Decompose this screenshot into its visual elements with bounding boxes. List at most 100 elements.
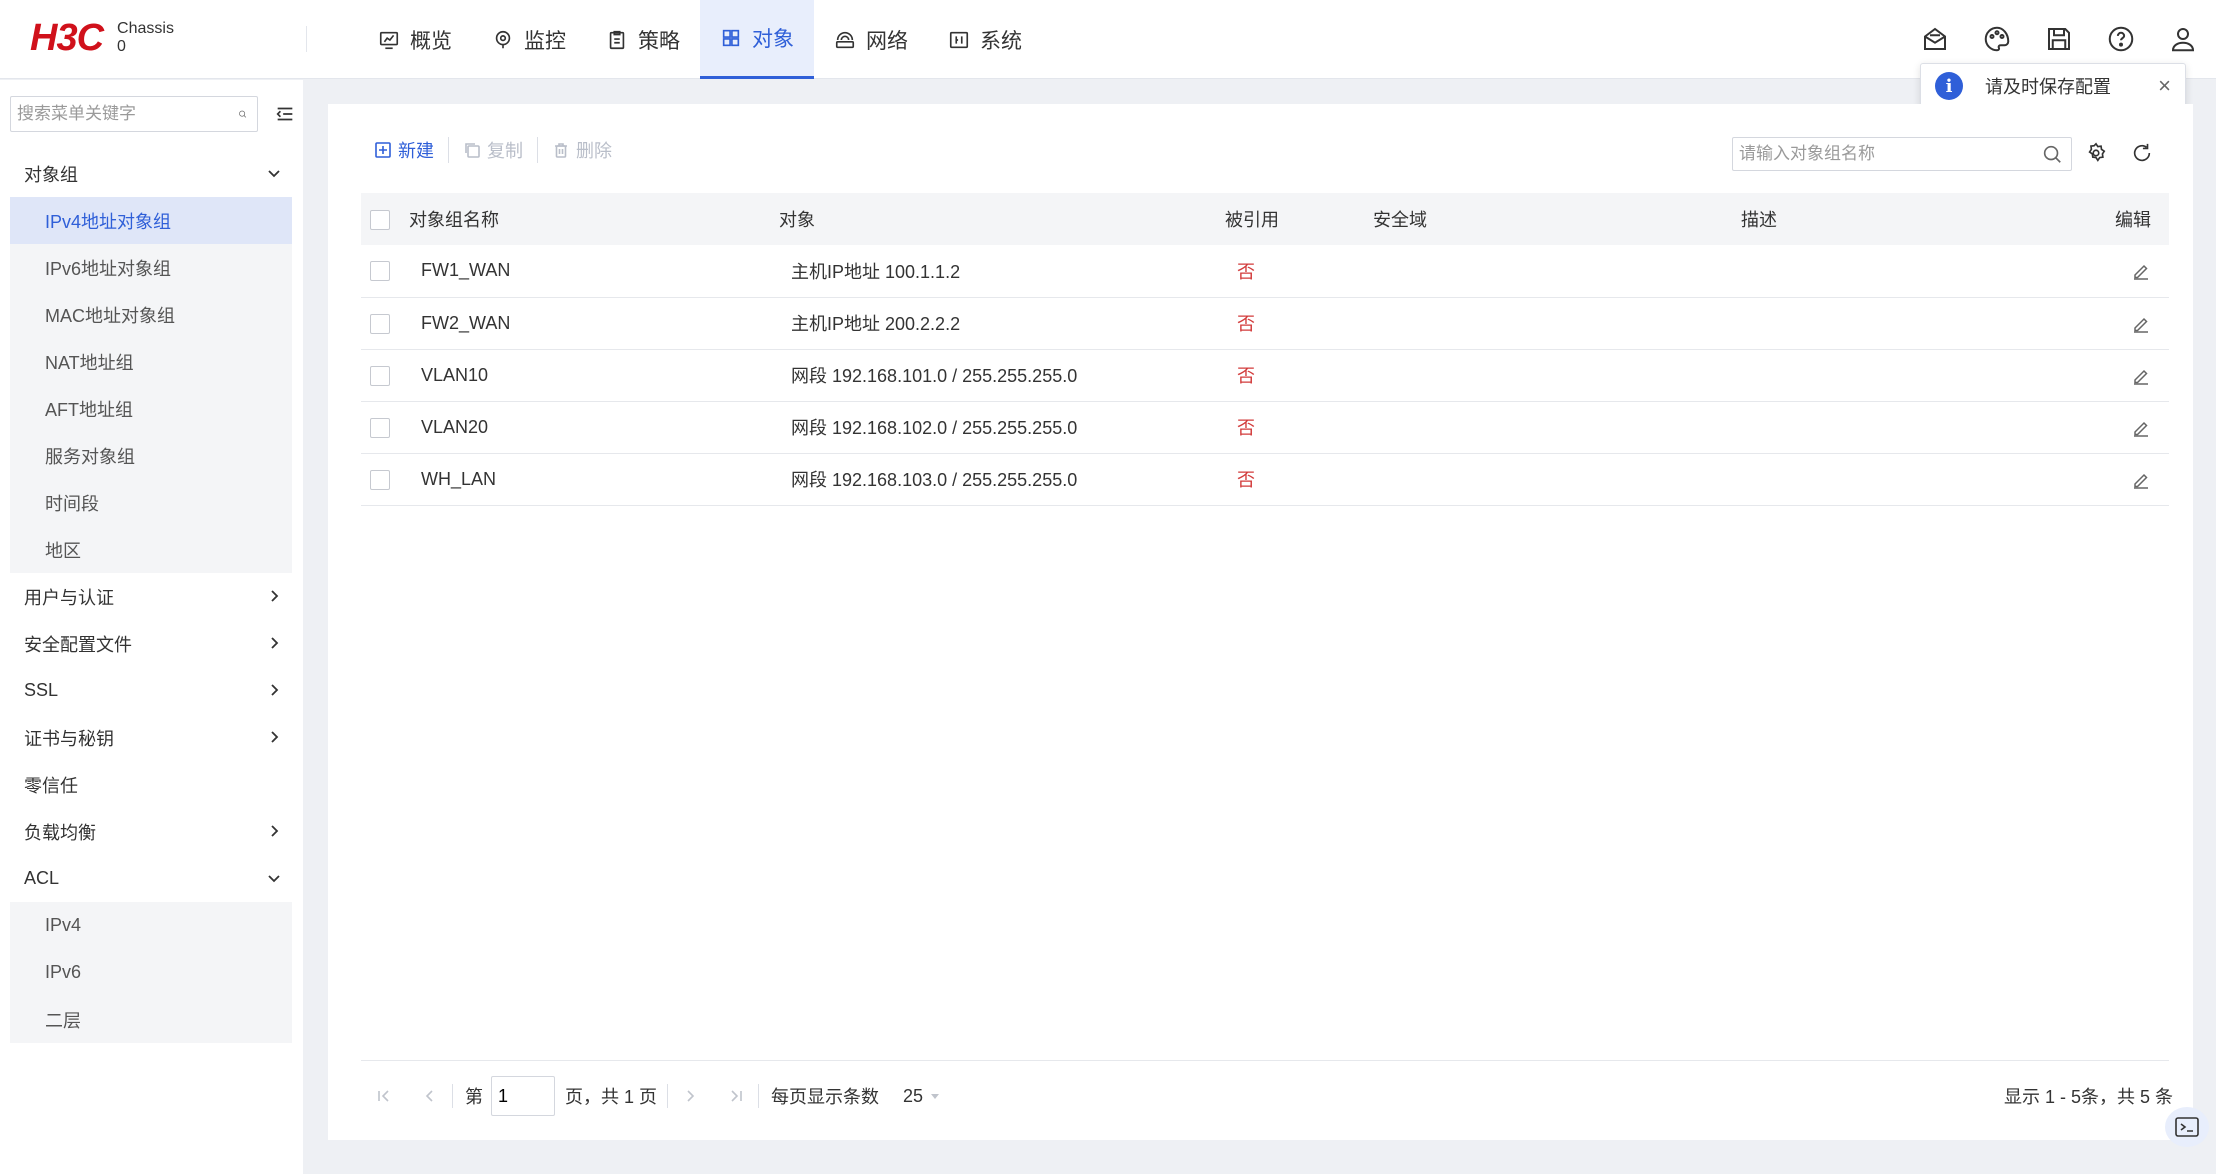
message-icon[interactable] (1920, 24, 1950, 54)
menu-group-label: 安全配置文件 (24, 634, 132, 655)
side-menu: 对象组 IPv4地址对象组 IPv6地址对象组 MAC地址对象组 NAT地址组 … (10, 150, 292, 1043)
save-reminder-toast: i 请及时保存配置 × (1920, 63, 2186, 109)
prev-page-icon[interactable] (420, 1086, 440, 1106)
cell-edit (2109, 297, 2169, 349)
new-button[interactable]: 新建 (374, 137, 448, 163)
chevron-right-icon (271, 637, 279, 649)
table-row[interactable]: FW1_WAN 主机IP地址 100.1.1.2 否 (361, 245, 2169, 297)
header-referenced[interactable]: 被引用 (1225, 193, 1373, 245)
menu-item-service-group[interactable]: 服务对象组 (10, 432, 292, 479)
row-checkbox[interactable] (370, 313, 390, 334)
system-icon (949, 31, 969, 48)
menu-group-security-profile[interactable]: 安全配置文件 (10, 620, 292, 667)
cell-description (1741, 349, 2109, 401)
edit-icon[interactable] (2131, 314, 2151, 334)
pager-separator (667, 1084, 669, 1108)
menu-item-time-range[interactable]: 时间段 (10, 479, 292, 526)
edit-icon[interactable] (2131, 470, 2151, 490)
page-size-value: 25 (903, 1085, 924, 1106)
menu-item-acl-ipv6[interactable]: IPv6 (10, 949, 292, 996)
pagination: 第 页，共 1 页 每页显示条数 25 (374, 1075, 941, 1117)
edit-icon[interactable] (2131, 418, 2151, 438)
header-name[interactable]: 对象组名称 (409, 193, 779, 245)
header-description[interactable]: 描述 (1741, 193, 2109, 245)
menu-item-ipv6-address-group[interactable]: IPv6地址对象组 (10, 244, 292, 291)
cell-edit (2109, 453, 2169, 505)
copy-button[interactable]: 复制 (449, 137, 537, 163)
nav-label: 策略 (638, 29, 680, 53)
menu-item-acl-layer2[interactable]: 二层 (10, 996, 292, 1043)
collapse-menu-icon[interactable] (274, 103, 296, 125)
page-size-select[interactable]: 25 (903, 1086, 941, 1107)
row-checkbox[interactable] (370, 417, 390, 438)
cell-edit (2109, 401, 2169, 453)
first-page-icon[interactable] (374, 1086, 394, 1106)
menu-item-region[interactable]: 地区 (10, 526, 292, 573)
gear-icon[interactable] (2085, 142, 2107, 164)
save-icon[interactable] (2044, 24, 2074, 54)
object-group-submenu: IPv4地址对象组 IPv6地址对象组 MAC地址对象组 NAT地址组 AFT地… (10, 197, 292, 573)
cell-name: WH_LAN (421, 468, 497, 489)
refresh-icon[interactable] (2131, 142, 2153, 164)
menu-group-user-auth[interactable]: 用户与认证 (10, 573, 292, 620)
menu-group-object-group[interactable]: 对象组 (10, 150, 292, 197)
main-nav: 概览 监控 策略 对象 网络 系统 (358, 0, 1042, 79)
menu-group-cert-key[interactable]: 证书与秘钥 (10, 714, 292, 761)
page-total: 页，共 1 页 (565, 1087, 658, 1107)
nav-label: 监控 (524, 29, 566, 53)
brand-logo[interactable]: H3C Chassis 0 (30, 17, 174, 59)
table-row[interactable]: FW2_WAN 主机IP地址 200.2.2.2 否 (361, 297, 2169, 349)
nav-object[interactable]: 对象 (700, 0, 814, 79)
nav-overview[interactable]: 概览 (358, 0, 472, 79)
search-icon[interactable] (238, 103, 247, 125)
table-row[interactable]: VLAN10 网段 192.168.101.0 / 255.255.255.0 … (361, 349, 2169, 401)
console-button[interactable] (2165, 1107, 2209, 1147)
page-number-input[interactable] (491, 1076, 555, 1116)
next-page-icon[interactable] (680, 1086, 700, 1106)
menu-item-aft-address-group[interactable]: AFT地址组 (10, 385, 292, 432)
row-checkbox[interactable] (370, 469, 390, 490)
nav-network[interactable]: 网络 (814, 0, 928, 79)
help-icon[interactable] (2106, 24, 2136, 54)
cell-zone (1373, 349, 1741, 401)
menu-group-ssl[interactable]: SSL (10, 667, 292, 714)
menu-group-label: 用户与认证 (24, 587, 114, 608)
menu-item-acl-ipv4[interactable]: IPv4 (10, 902, 292, 949)
group-search-input[interactable] (1733, 144, 2041, 164)
last-page-icon[interactable] (726, 1086, 746, 1106)
menu-group-zero-trust[interactable]: 零信任 (10, 761, 292, 808)
menu-item-mac-address-group[interactable]: MAC地址对象组 (10, 291, 292, 338)
nav-monitor[interactable]: 监控 (472, 0, 586, 79)
menu-search-input[interactable] (11, 104, 238, 124)
new-label: 新建 (398, 141, 434, 161)
header-object[interactable]: 对象 (779, 193, 1225, 245)
header-zone[interactable]: 安全域 (1373, 193, 1741, 245)
nav-policy[interactable]: 策略 (586, 0, 700, 79)
menu-item-nat-address-group[interactable]: NAT地址组 (10, 338, 292, 385)
menu-group-load-balance[interactable]: 负载均衡 (10, 808, 292, 855)
nav-label: 网络 (866, 29, 908, 53)
table-row[interactable]: VLAN20 网段 192.168.102.0 / 255.255.255.0 … (361, 401, 2169, 453)
user-icon[interactable] (2168, 24, 2198, 54)
search-icon[interactable] (2041, 143, 2063, 165)
menu-group-acl[interactable]: ACL (10, 855, 292, 902)
row-checkbox[interactable] (370, 261, 390, 282)
row-checkbox[interactable] (370, 365, 390, 386)
table-row[interactable]: WH_LAN 网段 192.168.103.0 / 255.255.255.0 … (361, 453, 2169, 505)
cell-zone (1373, 401, 1741, 453)
edit-icon[interactable] (2131, 366, 2151, 386)
nav-label: 对象 (752, 28, 794, 51)
delete-button[interactable]: 删除 (538, 137, 626, 163)
menu-item-ipv4-address-group[interactable]: IPv4地址对象组 (10, 197, 292, 244)
cell-edit (2109, 245, 2169, 297)
nav-system[interactable]: 系统 (928, 0, 1042, 79)
close-icon[interactable]: × (2158, 73, 2171, 99)
menu-search (10, 96, 258, 132)
theme-icon[interactable] (1982, 24, 2012, 54)
select-all-checkbox[interactable] (370, 209, 390, 230)
table-toolbar: 新建 复制 删除 (374, 134, 626, 166)
cell-zone (1373, 453, 1741, 505)
edit-icon[interactable] (2131, 261, 2151, 281)
cell-referenced: 否 (1237, 366, 1255, 386)
page-size-label: 每页显示条数 (771, 1087, 880, 1107)
